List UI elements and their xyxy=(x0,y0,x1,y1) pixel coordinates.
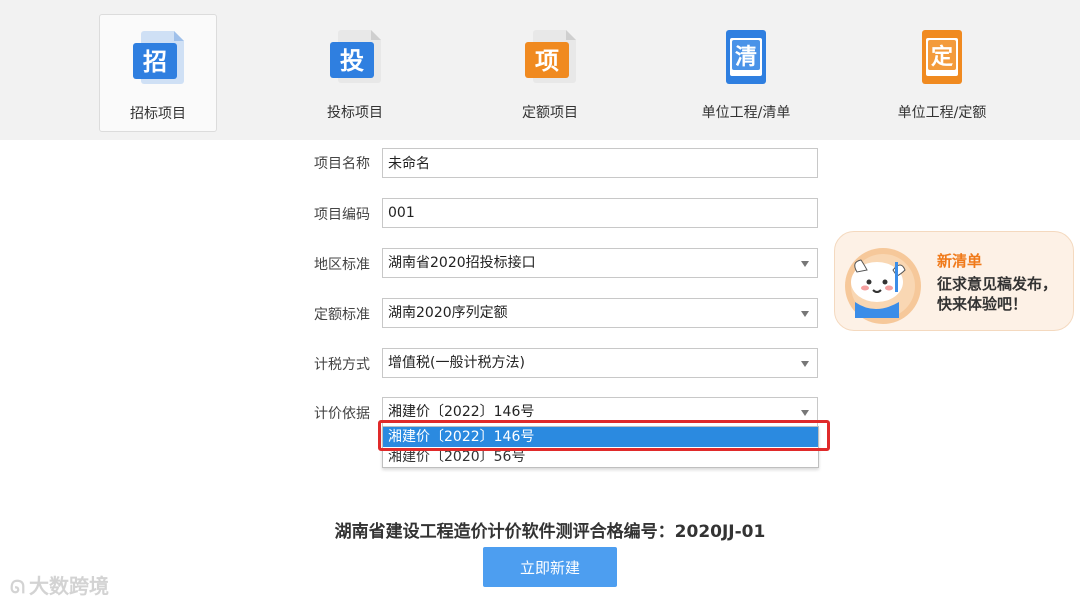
dropdown-option[interactable]: 湘建价〔2020〕56号 xyxy=(383,447,818,467)
create-new-button[interactable]: 立即新建 xyxy=(483,547,617,587)
quota-project-icon: 项 xyxy=(525,30,576,83)
region-standard-label: 地区标准 xyxy=(314,257,370,273)
toolbar-item-label: 单位工程/定额 xyxy=(897,105,987,121)
unit-quota-icon: 定 xyxy=(922,30,962,84)
quota-standard-value: 湖南2020序列定额 xyxy=(388,305,508,321)
project-name-label: 项目名称 xyxy=(314,156,370,172)
bid-project-icon: 招 xyxy=(133,31,184,84)
new-list-promo-card[interactable]: 新清单 征求意见稿发布，快来体验吧！ xyxy=(834,231,1074,331)
toolbar-item-unit-quota[interactable]: 定 单位工程/定额 xyxy=(883,14,1001,132)
promo-title: 新清单 xyxy=(937,252,983,270)
region-standard-value: 湖南省2020招投标接口 xyxy=(388,255,536,271)
project-code-label: 项目编码 xyxy=(314,207,370,223)
project-code-input[interactable] xyxy=(382,198,818,228)
quota-standard-label: 定额标准 xyxy=(314,307,370,323)
toolbar-item-label: 定额项目 xyxy=(522,105,578,121)
toolbar-item-label: 招标项目 xyxy=(130,106,186,122)
promo-text: 征求意见稿发布，快来体验吧！ xyxy=(937,275,1058,313)
svg-text:清: 清 xyxy=(735,44,757,70)
svg-text:招: 招 xyxy=(143,48,167,76)
toolbar-item-unit-list[interactable]: 清 单位工程/清单 xyxy=(687,14,805,132)
chevron-down-icon xyxy=(801,361,809,367)
region-standard-select[interactable]: 湖南省2020招投标接口 xyxy=(382,248,818,278)
dropdown-option[interactable]: 湘建价〔2022〕146号 xyxy=(383,427,818,447)
watermark-text: 大数跨境 xyxy=(28,574,109,598)
toolbar-item-tender-project[interactable]: 投 投标项目 xyxy=(296,14,414,132)
pricing-basis-dropdown: 湘建价〔2022〕146号 湘建价〔2020〕56号 xyxy=(382,426,819,468)
tax-method-select[interactable]: 增值税(一般计税方法) xyxy=(382,348,818,378)
pricing-basis-value: 湘建价〔2022〕146号 xyxy=(388,404,535,420)
tender-project-icon: 投 xyxy=(330,30,381,83)
project-name-input[interactable] xyxy=(382,148,818,178)
svg-text:定: 定 xyxy=(931,44,953,70)
toolbar-item-bid-project[interactable]: 招 招标项目 xyxy=(99,14,217,132)
svg-text:项: 项 xyxy=(535,47,559,75)
tax-method-label: 计税方式 xyxy=(314,357,370,373)
chevron-down-icon xyxy=(801,311,809,317)
pricing-basis-select[interactable]: 湘建价〔2022〕146号 xyxy=(382,397,818,427)
svg-text:投: 投 xyxy=(340,47,364,75)
quota-standard-select[interactable]: 湖南2020序列定额 xyxy=(382,298,818,328)
unit-list-icon: 清 xyxy=(726,30,766,84)
watermark-logo-icon: ᘏ xyxy=(10,577,25,598)
project-type-toolbar: 招 招标项目 投 投标项目 项 定额项目 清 单位工程/清单 定 单位工程/定额 xyxy=(0,0,1080,140)
toolbar-item-label: 单位工程/清单 xyxy=(701,105,791,121)
chevron-down-icon xyxy=(801,410,809,416)
chevron-down-icon xyxy=(801,261,809,267)
watermark: ᘏ 大数跨境 xyxy=(10,570,109,599)
mascot-icon xyxy=(845,248,921,324)
tax-method-value: 增值税(一般计税方法) xyxy=(388,355,525,371)
certification-text: 湖南省建设工程造价计价软件测评合格编号：2020JJ-01 xyxy=(334,522,766,542)
toolbar-item-label: 投标项目 xyxy=(327,105,383,121)
pricing-basis-label: 计价依据 xyxy=(314,406,370,422)
toolbar-item-quota-project[interactable]: 项 定额项目 xyxy=(491,14,609,132)
